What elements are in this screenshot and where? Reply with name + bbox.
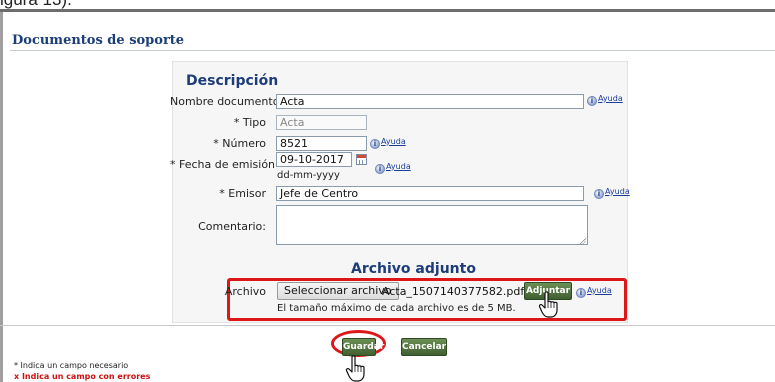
comentario-label: Comentario: — [198, 220, 266, 233]
cancel-button[interactable]: Cancelar — [401, 338, 447, 356]
info-icon: i — [587, 96, 597, 106]
help-label: Ayuda — [587, 286, 612, 295]
emisor-help-link[interactable]: i Ayuda — [594, 187, 630, 199]
nombre-input[interactable]: Acta — [276, 94, 584, 109]
section-divider — [10, 50, 775, 51]
comentario-textarea[interactable] — [276, 205, 588, 245]
numero-input[interactable]: 8521 — [276, 136, 367, 151]
error-legend: x Indica un campo con errores — [14, 372, 151, 381]
hand-pointer-icon — [539, 291, 558, 318]
tipo-label: * Tipo — [233, 116, 266, 129]
top-divider — [0, 9, 775, 12]
save-button[interactable]: Guardar — [342, 338, 384, 356]
info-icon: i — [576, 288, 586, 298]
emisor-label: * Emisor — [219, 187, 266, 200]
required-legend: * Indica un campo necesario — [14, 361, 129, 370]
fecha-help-link[interactable]: i Ayuda — [375, 162, 411, 174]
nombre-help-link[interactable]: i Ayuda — [587, 94, 623, 106]
archivo-label: Archivo — [224, 285, 266, 298]
help-label: Ayuda — [386, 162, 411, 171]
attachment-help-link[interactable]: i Ayuda — [576, 286, 612, 298]
help-label: Ayuda — [598, 94, 623, 103]
numero-label: * Número — [213, 137, 266, 150]
info-icon: i — [375, 164, 385, 174]
fecha-format-hint: dd-mm-yyyy — [277, 170, 340, 181]
nombre-label: Nombre documento — [170, 95, 280, 108]
file-size-note: El tamaño máximo de cada archivo es de 5… — [277, 303, 516, 314]
textarea-resize-handle[interactable] — [579, 237, 586, 244]
help-label: Ayuda — [381, 137, 406, 146]
calendar-icon[interactable] — [356, 154, 367, 165]
section-title: Documentos de soporte — [12, 33, 185, 48]
attachment-heading: Archivo adjunto — [351, 261, 476, 277]
description-heading: Descripción — [186, 73, 279, 89]
numero-help-link[interactable]: i Ayuda — [370, 137, 406, 149]
form-divider — [0, 325, 775, 326]
select-file-button[interactable]: Seleccionar archivo — [277, 282, 399, 300]
info-icon: i — [370, 139, 380, 149]
tipo-input: Acta — [276, 115, 367, 130]
info-icon: i — [594, 189, 604, 199]
hand-pointer-icon — [345, 355, 365, 382]
left-border — [0, 12, 3, 382]
emisor-input[interactable]: Jefe de Centro — [276, 186, 584, 201]
selected-file-name: Acta_1507140377582.pdf — [382, 285, 525, 298]
fecha-input[interactable]: 09-10-2017 — [276, 152, 352, 167]
fecha-label: * Fecha de emisión — [170, 158, 276, 171]
help-label: Ayuda — [605, 187, 630, 196]
